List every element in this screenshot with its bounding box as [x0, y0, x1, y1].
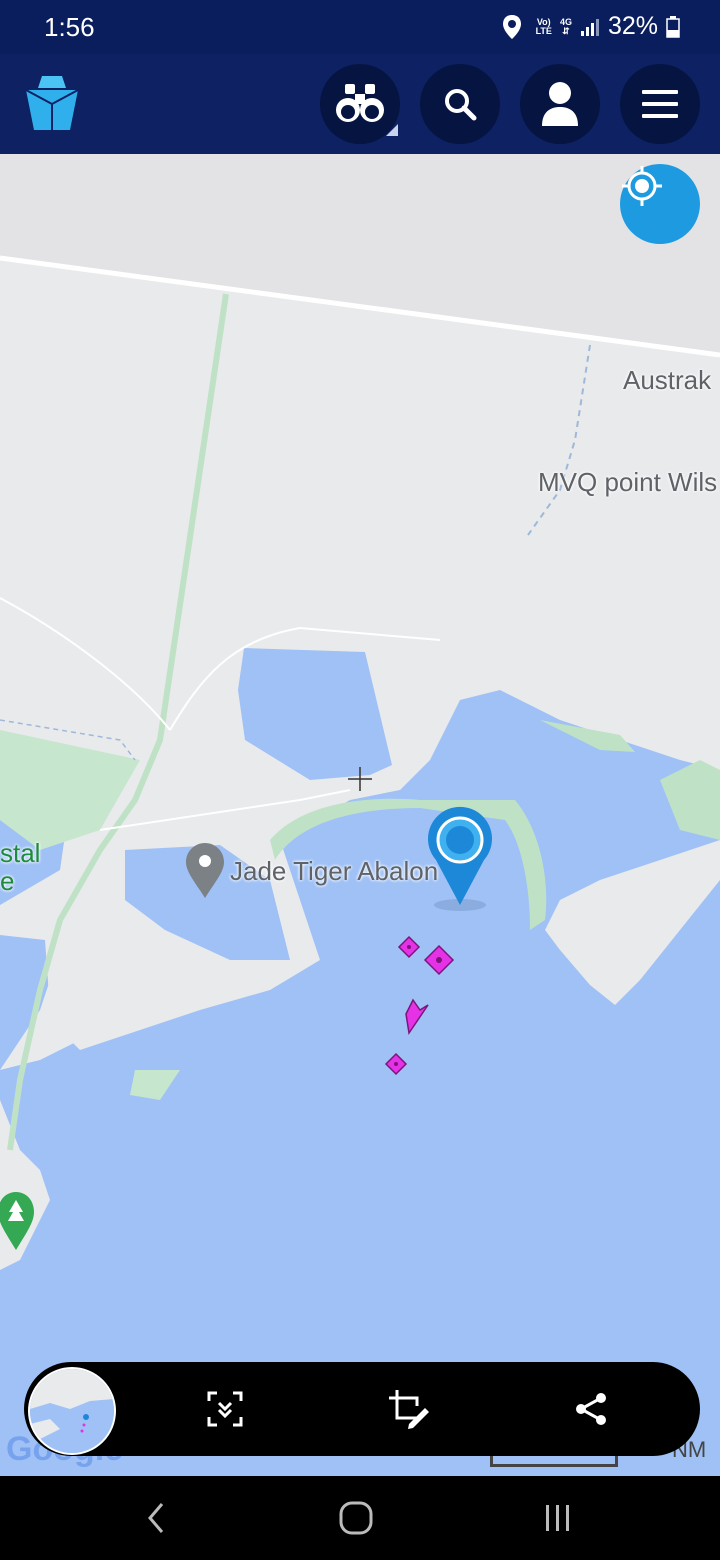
- screenshot-thumbnail[interactable]: [28, 1367, 116, 1455]
- data-indicator: 4G ⇵: [559, 16, 572, 36]
- system-nav-bar: [0, 1476, 720, 1560]
- binoculars-icon: [336, 84, 384, 122]
- menu-button[interactable]: [620, 64, 700, 144]
- share-icon: [576, 1393, 606, 1425]
- map-canvas[interactable]: [0, 154, 720, 1476]
- crop-edit-button[interactable]: [381, 1382, 435, 1436]
- battery-percent: 32%: [607, 12, 658, 40]
- home-icon: [339, 1501, 373, 1535]
- location-icon: [502, 14, 521, 39]
- binoculars-button[interactable]: [320, 64, 400, 144]
- ship-logo-icon[interactable]: [20, 74, 84, 134]
- map-label-austrak: Austrak: [623, 365, 712, 395]
- scroll-capture-button[interactable]: [198, 1382, 252, 1436]
- map-label-coastal-2: e: [0, 866, 15, 896]
- app-header: [0, 54, 720, 154]
- account-button[interactable]: [520, 64, 600, 144]
- home-button[interactable]: [326, 1496, 386, 1540]
- thumbnail-preview: [30, 1369, 114, 1453]
- search-icon: [445, 89, 477, 121]
- screenshot-toolbar: [24, 1362, 700, 1456]
- search-button[interactable]: [420, 64, 500, 144]
- dropdown-corner-icon: [386, 124, 398, 136]
- recent-apps-icon: [546, 1505, 569, 1531]
- status-bar: 1:56 Vo) LTE 4G ⇵ 32%: [0, 0, 720, 54]
- crosshair-locate-icon: [622, 166, 662, 206]
- signal-icon: [580, 18, 599, 36]
- back-icon: [148, 1503, 164, 1533]
- scroll-capture-icon: [207, 1391, 243, 1427]
- user-icon: [542, 82, 578, 126]
- my-location-button[interactable]: [620, 164, 700, 244]
- battery-icon: [666, 15, 680, 38]
- hamburger-menu-icon: [642, 90, 678, 118]
- map-label-coastal: stal: [0, 838, 41, 868]
- back-button[interactable]: [126, 1496, 186, 1540]
- share-button[interactable]: [564, 1382, 618, 1436]
- map-label-jade-tiger[interactable]: Jade Tiger Abalon: [230, 856, 438, 887]
- crop-edit-icon: [389, 1390, 429, 1429]
- volte-indicator: Vo) LTE: [535, 16, 552, 36]
- status-time: 1:56: [44, 12, 95, 42]
- status-icons: Vo) LTE 4G ⇵ 32%: [502, 12, 680, 41]
- map-label-mvq: MVQ point Wils: [538, 467, 718, 497]
- map-view[interactable]: Austrak MVQ point Wils Jade Tiger Abalon…: [0, 154, 720, 1476]
- recent-apps-button[interactable]: [528, 1496, 588, 1540]
